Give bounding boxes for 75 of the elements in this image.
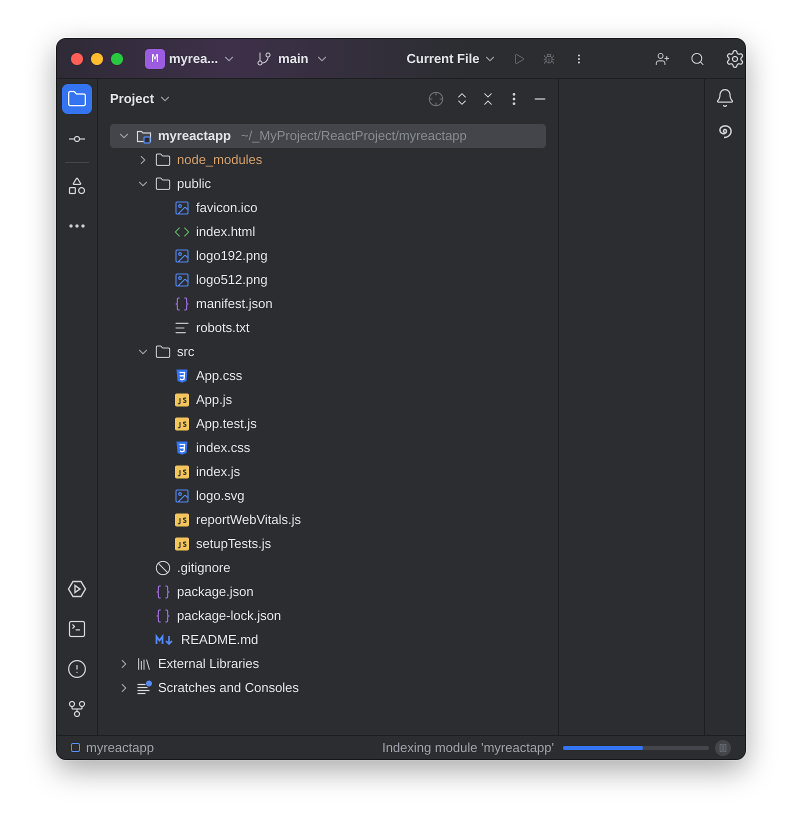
file-name[interactable]: package.json [177,582,254,602]
braces-file-icon [174,296,190,312]
selected-row[interactable]: myreactapp ~/_MyProject/ReactProject/myreactapp [110,124,546,148]
folder-name[interactable]: node_modules [177,150,262,170]
image-file-icon [174,200,190,216]
braces-file-icon [155,584,171,600]
close-button[interactable] [71,52,83,64]
branch-selector[interactable]: main [256,48,328,68]
project-path: ~/_MyProject/ReactProject/myreactapp [240,127,467,146]
folder-icon [155,176,171,192]
folder-name[interactable]: myreactapp [158,126,231,146]
file-name[interactable]: setupTests.js [196,534,272,554]
settings-icon[interactable] [725,48,745,68]
image-file-icon [174,248,190,264]
file-name[interactable]: logo.svg [196,486,244,506]
js-file-icon [174,512,190,528]
css-file-icon [174,368,190,384]
file-name[interactable]: package-lock.json [177,606,282,626]
play-hexagon-icon [67,579,87,599]
run-config-selector[interactable]: Current File [406,48,498,68]
debug-icon[interactable] [543,50,556,66]
js-file-icon [174,536,190,552]
js-file-icon [174,464,190,480]
project-folder-icon [136,128,152,144]
folder-icon [67,89,87,109]
file-name[interactable]: manifest.json [196,294,273,314]
file-name[interactable]: App.test.js [196,414,257,434]
text-file-icon [174,320,190,336]
branch-icon [256,50,272,66]
pause-button[interactable] [715,740,731,756]
file-name[interactable]: favicon.ico [196,198,258,218]
module-icon [71,743,80,752]
structure-icon [67,176,87,196]
file-name[interactable]: README.md [181,630,258,650]
file-name[interactable]: robots.txt [196,318,250,338]
js-file-icon [174,416,190,432]
slashed-circle-icon [155,560,171,576]
file-name[interactable]: reportWebVitals.js [196,510,302,530]
file-name[interactable]: App.js [196,390,232,410]
pause-icon [718,742,728,752]
folder-icon [155,152,171,168]
file-name[interactable]: logo192.png [196,246,268,266]
file-name[interactable]: App.css [196,366,242,386]
scratches-icon [136,680,152,696]
folder-icon [155,344,171,360]
project-badge: M [145,48,165,68]
bell-icon[interactable] [715,88,735,108]
markdown-file-icon [155,632,175,648]
folder-name[interactable]: src [177,342,194,362]
js-file-icon [174,392,190,408]
locate-icon[interactable] [428,91,444,107]
file-name[interactable]: index.html [196,222,256,242]
more-icon [69,224,85,228]
file-name[interactable]: logo512.png [196,270,268,290]
tool-window-button[interactable] [62,84,92,114]
css-file-icon [174,440,190,456]
braces-file-icon [155,608,171,624]
image-file-icon [174,488,190,504]
zoom-button[interactable] [111,52,123,64]
alert-icon [67,659,87,679]
file-name[interactable]: .gitignore [177,558,230,578]
file-name[interactable]: index.css [196,438,250,458]
image-file-icon [174,272,190,288]
file-name[interactable]: External Libraries [158,654,260,674]
file-name[interactable]: Scratches and Consoles [158,678,299,698]
breadcrumb[interactable]: myreactapp [71,738,154,758]
folder-name[interactable]: public [177,174,211,194]
git-fork-icon [67,699,87,719]
terminal-icon [67,619,87,639]
project-selector[interactable]: M myrea... [145,48,236,68]
file-name[interactable]: index.js [196,462,240,482]
panel-title[interactable]: Project [110,89,172,109]
library-icon [136,656,152,672]
minimize-button[interactable] [91,52,103,64]
task-label: Indexing module 'myreactapp' [382,738,554,757]
